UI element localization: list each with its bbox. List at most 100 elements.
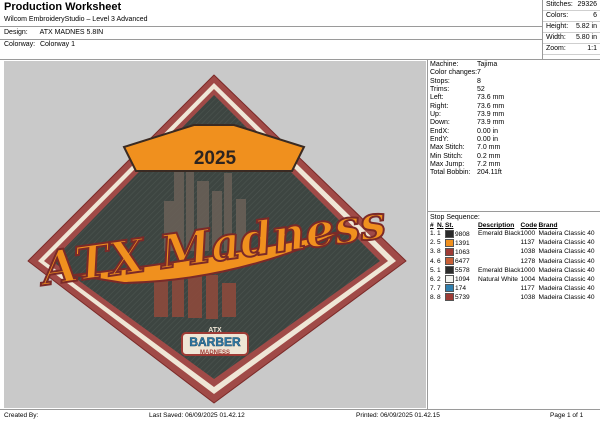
col-header-brand: Brand [538, 222, 558, 229]
thread-brand-cell: Madeira Classic 40 [539, 248, 599, 257]
thread-brand: Madeira Classic 40 [538, 230, 595, 238]
stop-number: 3. [430, 248, 436, 256]
production-worksheet: Production Worksheet Wilcom EmbroiderySt… [0, 0, 600, 424]
needle-number: 2 [437, 275, 441, 283]
needle-number: 1 [437, 230, 441, 238]
stop-number-cell: 7. [428, 284, 437, 293]
stitch-count: 174 [455, 285, 467, 293]
table-row: 7. 7 174 1177 Madeira Classic 40 [428, 284, 599, 293]
info-row-left: Left: 73.6 mm [430, 94, 505, 102]
thread-code: 1000 [520, 266, 536, 274]
thread-brand: Madeira Classic 40 [538, 266, 595, 274]
footer-last-saved: Last Saved: 06/09/2025 01.42.12 [149, 412, 245, 419]
thread-brand: Madeira Classic 40 [538, 284, 595, 292]
color-swatch [445, 293, 454, 302]
stop-number-cell: 5. [428, 266, 437, 275]
info-row-color-changes: Color changes: 7 [430, 69, 481, 77]
thread-code: 1004 [520, 275, 536, 283]
thread-description-cell: Emerald Black [478, 230, 521, 239]
stop-number: 5. [430, 266, 436, 274]
thread-code: 1038 [520, 248, 536, 256]
thread-description-cell [478, 293, 521, 302]
thread-code-cell: 1137 [521, 239, 539, 248]
software-subtitle: Wilcom EmbroideryStudio – Level 3 Advanc… [4, 16, 148, 23]
col-header-code: Code [520, 222, 537, 229]
stitch-count-cell: 6477 [445, 257, 478, 266]
stop-number: 6. [430, 275, 436, 283]
info-row-up: Up: 73.9 mm [430, 111, 505, 119]
stop-number-cell: 1. [428, 230, 437, 239]
thread-code: 1137 [520, 239, 535, 247]
thread-description-cell: Natural White [478, 275, 521, 284]
stitch-count-cell: 5739 [445, 293, 478, 302]
stitch-count-cell: 1094 [445, 275, 478, 284]
thread-description: Emerald Black [478, 230, 521, 238]
table-row: 5. 1 5578 Emerald Black 1000 Madeira Classic … [428, 266, 599, 275]
badge-bottom-text: MADNESS [200, 350, 230, 356]
thread-code: 1177 [520, 284, 535, 292]
thread-brand-cell: Madeira Classic 40 [539, 284, 599, 293]
stop-number-cell: 8. [428, 293, 437, 302]
design-preview: 2025 ATX Madness ATX BARBER MADNESS [4, 61, 426, 408]
machine-info-panel: Machine: Tajima Color changes: 7 Stops: 8 T… [428, 61, 600, 178]
summary-colors: Colors: 6 [543, 11, 600, 22]
thread-description-cell [478, 239, 521, 248]
needle-number-cell: 1 [437, 266, 445, 275]
stop-number: 7. [430, 284, 436, 292]
thread-description-cell [478, 248, 521, 257]
needle-number: 6 [437, 257, 441, 265]
divider [0, 39, 543, 40]
needle-number-cell: 7 [437, 284, 445, 293]
col-header-description: Description [478, 222, 515, 229]
summary-stitches: Stitches: 29326 [543, 0, 600, 11]
thread-description-cell [478, 284, 521, 293]
stop-number: 4. [430, 257, 436, 265]
needle-number: 7 [437, 284, 441, 292]
worksheet-title: Production Worksheet [4, 1, 122, 13]
divider [0, 409, 600, 410]
thread-code-cell: 1000 [521, 230, 539, 239]
stop-number-cell: 6. [428, 275, 437, 284]
thread-code-cell: 1038 [521, 293, 539, 302]
needle-number-cell: 6 [437, 257, 445, 266]
thread-description: Emerald Black [478, 266, 521, 274]
info-row-endy: EndY: 0.00 in [430, 136, 499, 144]
summary-height: Height: 5.82 in [543, 22, 600, 33]
footer-created-by: Created By: [4, 412, 39, 419]
color-swatch [445, 248, 454, 257]
thread-brand: Madeira Classic 40 [538, 293, 595, 301]
stop-number: 8. [430, 293, 436, 301]
stop-number: 2. [430, 239, 436, 247]
badge-mid-text: BARBER [189, 335, 241, 349]
stop-number-cell: 2. [428, 239, 437, 248]
stop-number: 1. [430, 230, 436, 238]
stop-number-cell: 4. [428, 257, 437, 266]
summary-panel: Stitches: 29326 Colors: 6 Height: 5.82 in W… [543, 0, 600, 55]
divider [428, 211, 600, 212]
stitch-count-cell: 174 [445, 284, 478, 293]
info-row-down: Down: 73.9 mm [430, 119, 505, 127]
needle-number: 8 [437, 293, 441, 301]
stitch-count: 1094 [455, 275, 470, 283]
stitch-count-cell: 5578 [445, 266, 478, 275]
stitch-count-cell: 9808 [445, 230, 478, 239]
colorway-row: Colorway: Colorway 1 [4, 41, 75, 48]
needle-number: 1 [437, 266, 441, 274]
thread-code-cell: 1177 [521, 284, 539, 293]
stitch-count: 9808 [455, 230, 470, 238]
col-header-number: # [430, 222, 434, 229]
table-row: 8. 8 5739 1038 Madeira Classic 40 [428, 293, 599, 302]
thread-code-cell: 1004 [521, 275, 539, 284]
needle-number-cell: 8 [437, 293, 445, 302]
needle-number-cell: 5 [437, 239, 445, 248]
summary-width: Width: 5.80 in [543, 33, 600, 44]
thread-brand-cell: Madeira Classic 40 [539, 293, 599, 302]
col-header-stitches: St. [445, 222, 454, 229]
colorway-value: Colorway 1 [39, 41, 75, 48]
thread-brand-cell: Madeira Classic 40 [539, 230, 599, 239]
thread-brand: Madeira Classic 40 [538, 257, 595, 265]
stitch-count: 1391 [455, 239, 470, 247]
table-header-row: # N. St. Description Code Brand [428, 222, 599, 230]
info-row-trims: Trims: 52 [430, 86, 485, 94]
color-swatch [445, 275, 454, 284]
